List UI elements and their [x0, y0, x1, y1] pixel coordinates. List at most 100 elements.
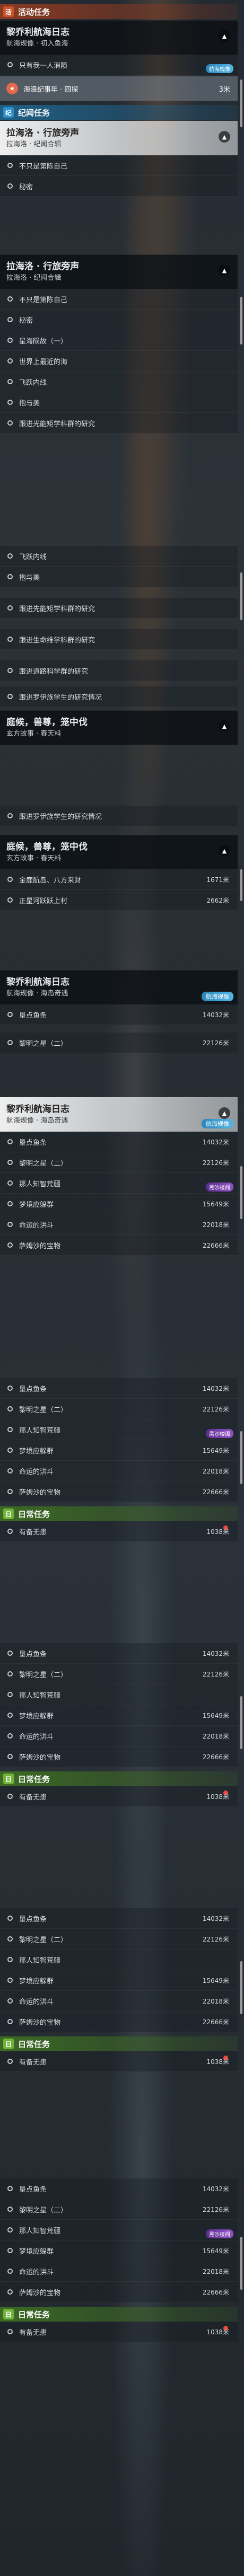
- objective-item[interactable]: 跟进先能矩学科群的研究: [0, 598, 238, 619]
- circle-icon: [7, 553, 13, 559]
- task-card[interactable]: ★ 海浪纪事年 · 四探 3米: [0, 76, 238, 101]
- objective-item[interactable]: 梦境应躲群 15649米: [0, 1970, 238, 1991]
- circle-icon: [7, 1692, 13, 1697]
- chevron-up-icon[interactable]: ▲: [219, 720, 230, 732]
- objective-item[interactable]: 秘密: [0, 176, 238, 197]
- circle-icon: [7, 605, 13, 611]
- objective-item[interactable]: 命运的洪斗 22018米: [0, 1726, 238, 1746]
- objective-item[interactable]: 萨姆沙的宝物 22666米: [0, 1481, 238, 1502]
- scrollbar-thumb[interactable]: [240, 1431, 242, 1484]
- objective-item[interactable]: 黎明之星（二） 22126米: [0, 1152, 238, 1173]
- scrollbar-thumb[interactable]: [240, 1166, 242, 1219]
- objective-item[interactable]: 只有我一人消陨 航海规像: [0, 55, 238, 75]
- objective-item[interactable]: 有备无患 1038米: [0, 2322, 238, 2342]
- objective-item[interactable]: 那人知智荒疆 黑沙楼阁: [0, 2220, 238, 2240]
- scrollbar-thumb[interactable]: [240, 1696, 242, 1749]
- circle-icon: [7, 163, 13, 168]
- objective-label: 跟进道路科学群的研究: [19, 667, 89, 676]
- objective-item[interactable]: 梦境应躲群 15649米: [0, 1194, 238, 1214]
- objective-item[interactable]: 有备无患 1038米: [0, 1786, 238, 1807]
- objective-item[interactable]: 有备无患 1038米: [0, 1521, 238, 1542]
- objective-item[interactable]: 金鹿航岛、八方来财 1671米: [0, 869, 238, 890]
- objective-item[interactable]: 黎明之星（二） 22126米: [0, 1033, 238, 1053]
- quest-header[interactable]: 黎乔利航海日志 航海规像 · 海岛奇遇 航海规像: [0, 970, 238, 1004]
- objective-item[interactable]: 不只是第陈自己: [0, 289, 238, 310]
- objective-item[interactable]: 星海陨故（一）: [0, 330, 238, 351]
- quest-header-active[interactable]: 拉海洛 · 行旅旁声 拉海洛 · 纪闻合辑 ▲: [0, 121, 238, 155]
- scrollbar-thumb[interactable]: [240, 297, 242, 345]
- scrollbar-thumb[interactable]: [240, 572, 242, 620]
- objective-label: 垦点鱼条: [19, 2185, 47, 2194]
- objective-item[interactable]: 跟进道路科学群的研究: [0, 660, 238, 681]
- quest-header[interactable]: 黎乔利航海日志 航海规像 · 初入鱼海 ▲: [0, 20, 238, 55]
- category-daily[interactable]: 日 日常任务: [0, 1771, 238, 1786]
- objective-item[interactable]: 跟进罗伊族学生的研究情况: [0, 806, 238, 826]
- objective-item[interactable]: 梦境应躲群 15649米: [0, 1440, 238, 1461]
- objective-item[interactable]: 黎明之星（二） 22126米: [0, 1929, 238, 1949]
- objective-label: 抱与美: [19, 399, 40, 408]
- scrollbar-thumb[interactable]: [240, 1961, 242, 2014]
- objective-item[interactable]: 萨姆沙的宝物 22666米: [0, 2012, 238, 2032]
- quest-header[interactable]: 拉海洛 · 行旅旁声 拉海洛 · 纪闻合辑 ▲: [0, 254, 238, 289]
- objective-item[interactable]: 抱与美: [0, 567, 238, 587]
- objective-item[interactable]: 命运的洪斗 22018米: [0, 1214, 238, 1235]
- scrollbar-thumb[interactable]: [240, 80, 242, 127]
- chevron-up-icon[interactable]: ▲: [219, 1107, 230, 1119]
- category-daily[interactable]: 日 日常任务: [0, 2307, 238, 2322]
- objective-item[interactable]: 梦境应躲群 15649米: [0, 1705, 238, 1726]
- circle-icon: [7, 2329, 13, 2334]
- chevron-up-icon[interactable]: ▲: [219, 264, 230, 276]
- objective-item[interactable]: 世界上最近的海: [0, 351, 238, 372]
- chevron-up-icon[interactable]: ▲: [219, 845, 230, 857]
- circle-icon: [7, 668, 13, 673]
- objective-item[interactable]: 萨姆沙的宝物 22666米: [0, 1235, 238, 1256]
- quest-header-active[interactable]: 黎乔利航海日志 航海规像 · 海岛奇遇 ▲ 航海规像: [0, 1097, 238, 1132]
- scrollbar[interactable]: [239, 0, 244, 2576]
- quest-subtitle: 拉海洛 · 纪闻合辑: [6, 274, 62, 282]
- quest-header[interactable]: 庭候，兽尊，笼中伐 玄方故事 · 春天料 ▲: [0, 710, 238, 745]
- objective-item[interactable]: 正星河跃跃上村 2662米: [0, 890, 238, 911]
- objective-item[interactable]: 飞跃内线: [0, 372, 238, 392]
- scrollbar-thumb[interactable]: [240, 869, 242, 901]
- circle-icon: [7, 2059, 13, 2064]
- objective-item[interactable]: 命运的洪斗 22018米: [0, 2261, 238, 2282]
- objective-item[interactable]: 跟进生命维学科群的研究: [0, 629, 238, 650]
- objective-item[interactable]: 垦点鱼条 14032米: [0, 2178, 238, 2199]
- quest-header[interactable]: 庭候，兽尊，笼中伐 玄方故事 · 春天料 ▲: [0, 835, 238, 869]
- objective-item[interactable]: 有备无患 1038米: [0, 2051, 238, 2072]
- objective-label: 跟进生命维学科群的研究: [19, 636, 95, 645]
- category-activity[interactable]: 活 活动任务: [0, 4, 238, 19]
- objective-item[interactable]: 跟进罗伊族学生的研究情况: [0, 686, 238, 707]
- circle-icon: [7, 420, 13, 426]
- objective-item[interactable]: 那人知智荒疆: [0, 1949, 238, 1970]
- category-daily[interactable]: 日 日常任务: [0, 2036, 238, 2051]
- objective-item[interactable]: 抱与美: [0, 392, 238, 413]
- objective-item[interactable]: 飞跃内线: [0, 546, 238, 567]
- objective-item[interactable]: 跟进光能矩学科群的研究: [0, 413, 238, 434]
- objective-item[interactable]: 不只是第陈自己: [0, 155, 238, 176]
- objective-item[interactable]: 萨姆沙的宝物 22666米: [0, 1746, 238, 1767]
- objective-item[interactable]: 命运的洪斗 22018米: [0, 1461, 238, 1481]
- chevron-up-icon[interactable]: ▲: [219, 30, 230, 42]
- objective-item[interactable]: 秘密: [0, 310, 238, 330]
- objective-item[interactable]: 那人知智荒疆: [0, 1684, 238, 1705]
- objective-item[interactable]: 垦点鱼条 14032米: [0, 1908, 238, 1929]
- objective-item[interactable]: 垦点鱼条 14032米: [0, 1643, 238, 1664]
- scrollbar-thumb[interactable]: [240, 2237, 242, 2290]
- quest-list-section: 垦点鱼条 14032米 黎明之星（二） 22126米 那人知智荒疆 梦境应躲群 156…: [0, 1908, 238, 2072]
- category-story[interactable]: 纪 纪闻任务: [0, 105, 238, 120]
- objective-item[interactable]: 命运的洪斗 22018米: [0, 1991, 238, 2012]
- objective-item[interactable]: 黎明之星（二） 22126米: [0, 2199, 238, 2220]
- objective-item[interactable]: 那人知智荒疆 黑沙楼阁: [0, 1419, 238, 1440]
- objective-item[interactable]: 梦境应躲群 15649米: [0, 2240, 238, 2261]
- objective-item[interactable]: 萨姆沙的宝物 22666米: [0, 2282, 238, 2302]
- distance-label: 22666米: [202, 1241, 229, 1249]
- objective-item[interactable]: 黎明之星（二） 22126米: [0, 1664, 238, 1684]
- objective-item[interactable]: 那人知智荒疆 黑沙楼阁: [0, 1173, 238, 1194]
- objective-item[interactable]: 垦点鱼条 14032米: [0, 1378, 238, 1399]
- objective-item[interactable]: 垦点鱼条 14032米: [0, 1132, 238, 1152]
- objective-item[interactable]: 黎明之星（二） 22126米: [0, 1399, 238, 1419]
- category-daily[interactable]: 日 日常任务: [0, 1506, 238, 1521]
- objective-item[interactable]: 垦点鱼条 14032米: [0, 1004, 238, 1025]
- chevron-up-icon[interactable]: ▲: [219, 131, 230, 143]
